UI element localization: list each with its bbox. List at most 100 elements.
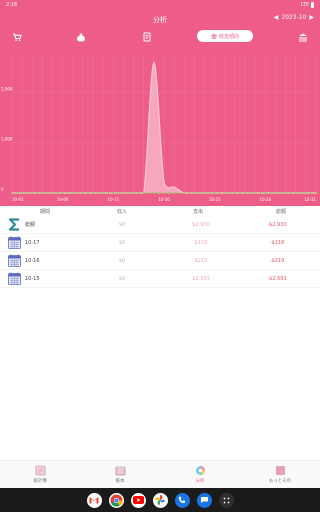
- phone-icon[interactable]: [174, 492, 190, 508]
- col-balance: 総額: [275, 208, 286, 215]
- gmail-icon[interactable]: [86, 492, 102, 508]
- y-tick-label: 2,000: [1, 86, 13, 91]
- mode-toggle-button[interactable]: 收支傾向: [197, 30, 253, 42]
- nav-item-analysis[interactable]: 分析: [160, 461, 240, 488]
- data-point-marker: [76, 192, 79, 194]
- row-label: 10-16: [25, 257, 40, 264]
- data-point-marker: [228, 192, 231, 194]
- data-point-marker: [315, 192, 317, 194]
- data-point-marker: [112, 192, 115, 194]
- data-point-marker: [152, 192, 155, 194]
- data-point-marker: [203, 192, 206, 194]
- current-month[interactable]: 2023-10: [281, 14, 306, 21]
- nav-item-book[interactable]: 帳本: [80, 461, 160, 488]
- sigma-icon: [7, 217, 22, 232]
- data-point-marker: [92, 192, 95, 194]
- data-point-marker: [11, 192, 13, 194]
- x-tick-label: 10-11: [108, 197, 120, 202]
- cart-icon[interactable]: [11, 31, 23, 43]
- system-dock: [0, 488, 320, 512]
- data-point-marker: [244, 192, 247, 194]
- data-point-marker: [188, 192, 191, 194]
- table-row[interactable]: 10-16 $0 $219 -$219: [0, 252, 320, 270]
- bank-icon[interactable]: [297, 31, 309, 43]
- summary-list: 総額 $0 $2,930 -$2,930 10-17 $0 $118 -$118…: [0, 216, 320, 288]
- col-period: 期間: [39, 208, 50, 215]
- table-row[interactable]: 10-17 $0 $118 -$118: [0, 234, 320, 252]
- chevron-left-icon[interactable]: ◀: [274, 14, 279, 21]
- data-point-marker: [147, 192, 150, 194]
- nav-label-ledger: 家計簿: [33, 479, 47, 484]
- chrome-icon[interactable]: [108, 492, 124, 508]
- ledger-icon: [35, 465, 45, 476]
- data-point-marker: [127, 192, 130, 194]
- row-income: $0: [118, 221, 126, 228]
- receipt-icon[interactable]: [141, 31, 153, 43]
- app-drawer-icon[interactable]: [218, 492, 234, 508]
- data-point-marker: [309, 192, 312, 194]
- x-tick-label: 10-06: [57, 197, 69, 202]
- more-icon: [275, 466, 285, 475]
- data-point-marker: [66, 192, 69, 194]
- data-point-marker: [16, 192, 19, 194]
- table-row[interactable]: 総額 $0 $2,930 -$2,930: [0, 216, 320, 234]
- data-point-marker: [178, 192, 181, 194]
- row-income: $0: [118, 257, 126, 264]
- row-balance: -$2,593: [267, 275, 287, 282]
- data-point-marker: [284, 192, 287, 194]
- x-tick-label: 10-21: [209, 197, 221, 202]
- data-point-marker: [183, 192, 186, 194]
- status-time: 2:16: [6, 2, 18, 8]
- data-point-marker: [294, 192, 297, 194]
- data-point-marker: [223, 192, 226, 194]
- data-point-marker: [31, 192, 34, 194]
- chevron-right-icon[interactable]: ▶: [309, 14, 314, 21]
- data-point-marker: [137, 192, 140, 194]
- toolbar: 收支傾向: [0, 30, 320, 44]
- messages-icon[interactable]: [196, 492, 212, 508]
- data-point-marker: [36, 192, 39, 194]
- data-point-marker: [269, 192, 272, 194]
- mode-toggle-label: 收支傾向: [218, 33, 239, 40]
- data-point-marker: [239, 192, 241, 194]
- x-tick-label: 10-16: [158, 197, 170, 202]
- x-tick-label: 10-01: [12, 197, 24, 202]
- data-point-marker: [132, 192, 135, 194]
- data-point-marker: [213, 192, 216, 194]
- row-expense: $118: [194, 239, 208, 246]
- book-icon: [115, 466, 125, 476]
- nav-label-analysis: 分析: [195, 479, 205, 484]
- page-title: 分析: [153, 16, 167, 24]
- data-point-marker: [259, 192, 262, 194]
- row-income: $0: [118, 239, 126, 246]
- x-tick-label: 10-31: [304, 197, 316, 202]
- money-bag-icon[interactable]: [75, 31, 87, 43]
- nav-item-ledger[interactable]: 家計簿: [0, 461, 80, 488]
- x-tick-label: 10-26: [260, 197, 272, 202]
- row-balance: -$219: [269, 257, 285, 264]
- data-point-marker: [198, 192, 201, 194]
- photos-icon[interactable]: [152, 492, 168, 508]
- data-point-marker: [61, 192, 64, 194]
- data-point-marker: [264, 192, 267, 194]
- data-point-marker: [87, 192, 89, 194]
- col-income: 収入: [116, 208, 127, 215]
- data-point-marker: [304, 192, 307, 194]
- battery-icon: [311, 2, 314, 8]
- data-point-marker: [81, 192, 84, 194]
- pie-chart-icon: [195, 466, 205, 475]
- network-label: LTE: [300, 2, 309, 8]
- row-expense: $2,593: [192, 275, 210, 282]
- row-label: 10-15: [25, 275, 40, 282]
- data-point-marker: [56, 192, 59, 194]
- table-row[interactable]: 10-15 $0 $2,593 -$2,593: [0, 270, 320, 288]
- data-point-marker: [289, 192, 292, 194]
- youtube-icon[interactable]: [130, 492, 146, 508]
- data-point-marker: [249, 192, 252, 194]
- data-point-marker: [102, 192, 105, 194]
- row-label: 10-17: [25, 239, 40, 246]
- data-point-marker: [41, 192, 44, 194]
- nav-item-more[interactable]: もっとその: [240, 461, 320, 488]
- data-point-marker: [107, 192, 110, 194]
- data-point-marker: [71, 192, 74, 194]
